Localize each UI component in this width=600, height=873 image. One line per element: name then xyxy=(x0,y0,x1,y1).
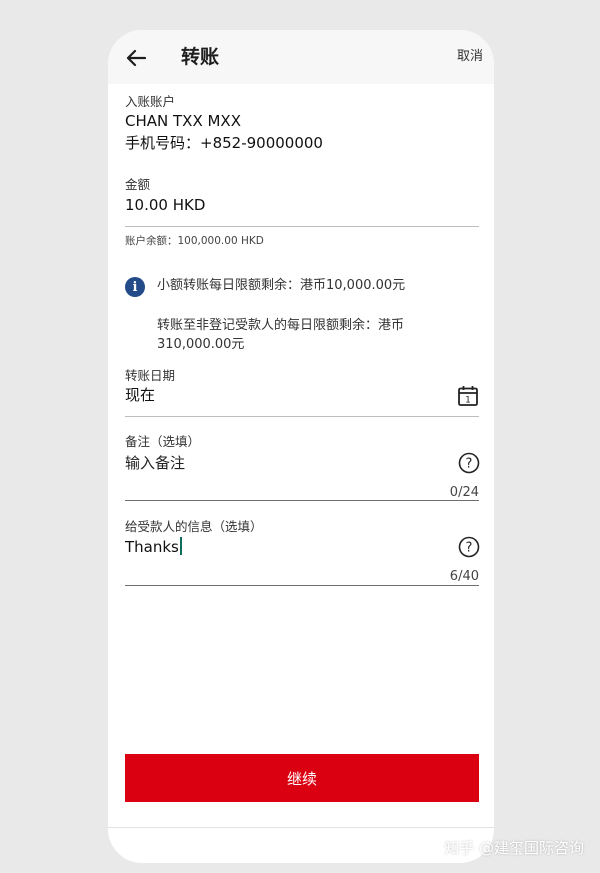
payee-phone: 手机号码：+852-90000000 xyxy=(125,134,323,152)
help-icon: ? xyxy=(458,536,479,557)
date-field[interactable]: 现在 xyxy=(125,384,445,410)
message-help-button[interactable]: ? xyxy=(456,534,481,559)
payee-label: 入账账户 xyxy=(125,94,176,109)
amount-divider xyxy=(125,226,479,227)
info-icon: i xyxy=(125,277,145,297)
page-title: 转账 xyxy=(181,46,220,68)
message-label: 给受款人的信息（选填） xyxy=(125,519,263,534)
svg-text:?: ? xyxy=(465,456,472,471)
message-input[interactable]: Thanks xyxy=(125,536,445,562)
date-divider xyxy=(125,416,479,417)
continue-button[interactable]: 继续 xyxy=(125,754,479,802)
non-registered-limit-line1: 转账至非登记受款人的每日限额剩余：港币 xyxy=(157,318,405,333)
non-registered-limit-line2: 310,000.00元 xyxy=(157,337,245,352)
bottom-divider xyxy=(108,827,494,828)
back-button[interactable] xyxy=(122,44,150,72)
arrow-left-icon xyxy=(126,49,146,67)
amount-label: 金额 xyxy=(125,177,151,192)
balance-text: 账户余额：100,000.00 HKD xyxy=(125,235,264,247)
payee-name: CHAN TXX MXX xyxy=(125,112,241,130)
remarks-input[interactable]: 输入备注 xyxy=(125,452,445,478)
message-counter: 6/40 xyxy=(449,569,479,584)
app-header: 转账 取消 xyxy=(108,30,494,84)
amount-input[interactable]: 10.00 HKD xyxy=(125,194,479,224)
cancel-button[interactable]: 取消 xyxy=(457,47,483,67)
date-label: 转账日期 xyxy=(125,368,176,383)
help-icon: ? xyxy=(458,452,479,473)
remarks-divider xyxy=(125,500,479,501)
calendar-button[interactable]: 1 xyxy=(455,383,481,409)
text-cursor xyxy=(179,537,182,555)
phone-screen: 转账 取消 入账账户 CHAN TXX MXX 手机号码：+852-900000… xyxy=(108,30,494,863)
message-divider xyxy=(125,585,479,586)
svg-text:?: ? xyxy=(465,540,472,555)
message-text: Thanks xyxy=(125,538,179,556)
remarks-help-button[interactable]: ? xyxy=(456,450,481,475)
watermark: 知乎 @建玺国际咨询 xyxy=(444,839,584,857)
svg-text:1: 1 xyxy=(465,396,470,406)
remarks-label: 备注（选填） xyxy=(125,434,201,449)
small-transfer-limit: 小额转账每日限额剩余：港币10,000.00元 xyxy=(157,278,406,293)
calendar-icon: 1 xyxy=(458,386,478,406)
